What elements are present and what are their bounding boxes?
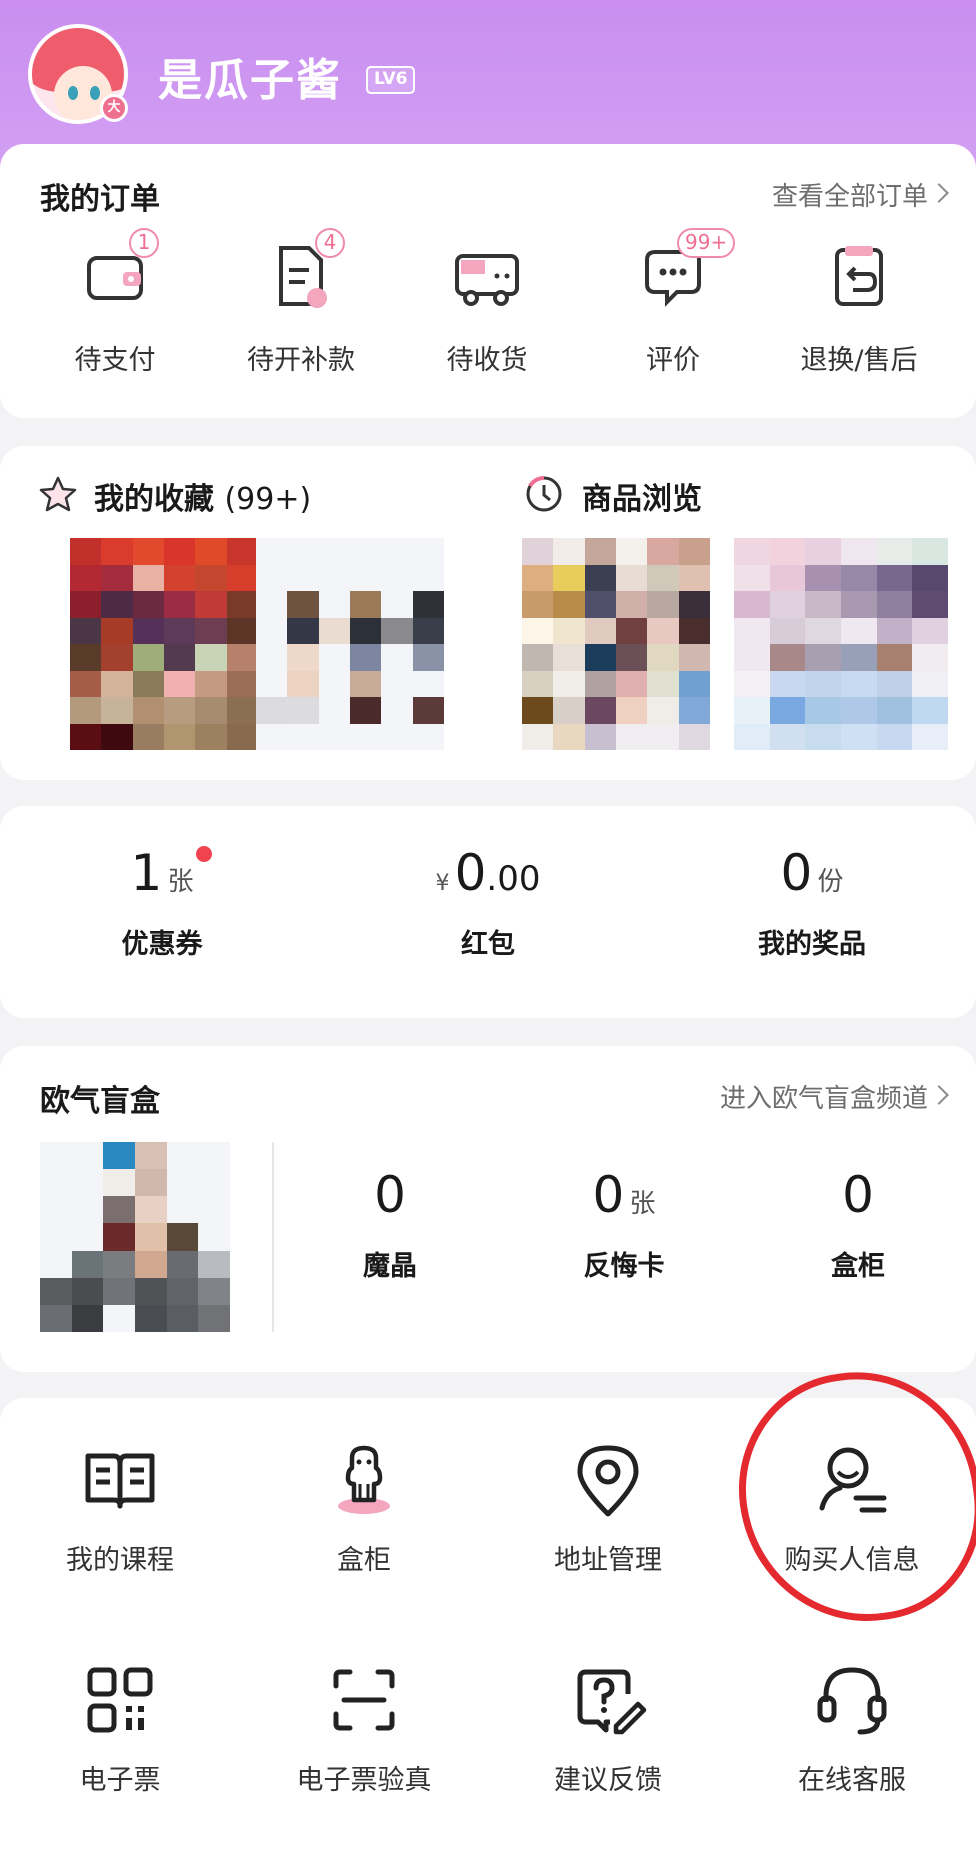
- redpacket-value: 0: [454, 844, 487, 902]
- feedback-icon: [568, 1660, 648, 1740]
- service-my-courses[interactable]: 我的课程: [0, 1440, 240, 1577]
- scan-icon: [324, 1660, 404, 1740]
- order-label: 评价: [646, 345, 700, 376]
- chevron-right-icon[interactable]: [929, 1085, 949, 1105]
- blindbox-channel-link[interactable]: 进入欧气盲盒频道: [720, 1078, 928, 1115]
- box-cabinet-value: 0: [842, 1166, 874, 1224]
- vip-badge: 大: [100, 94, 128, 122]
- location-pin-icon: [568, 1440, 648, 1520]
- service-e-ticket-verify[interactable]: 电子票验真: [244, 1660, 484, 1797]
- history-thumbnail[interactable]: [522, 538, 710, 750]
- order-after-sales[interactable]: 退换/售后: [774, 240, 944, 377]
- blindbox-thumbnail[interactable]: [40, 1142, 230, 1332]
- order-label: 待支付: [74, 345, 156, 376]
- chat-icon: 99+: [637, 228, 736, 312]
- coupons-stat[interactable]: 1 张 优惠券: [42, 844, 282, 961]
- regret-card-unit: 张: [629, 1189, 656, 1219]
- order-pending-supplement[interactable]: 4 待开补款: [216, 228, 386, 377]
- blindbox-title: 欧气盲盒: [40, 1084, 160, 1119]
- favorites-title: 我的收藏: [94, 482, 214, 517]
- truck-icon: [451, 240, 523, 312]
- pending-supplement-count: 4: [315, 228, 345, 258]
- order-pending-delivery[interactable]: 待收货: [402, 240, 572, 377]
- order-label: 待收货: [446, 345, 528, 376]
- favorite-thumbnail[interactable]: [70, 538, 258, 750]
- order-label: 退换/售后: [800, 345, 918, 376]
- service-address-management[interactable]: 地址管理: [488, 1440, 728, 1577]
- regret-card-value: 0: [592, 1166, 625, 1224]
- history-thumbnail[interactable]: [734, 538, 948, 750]
- chevron-right-icon[interactable]: [929, 183, 949, 203]
- clock-icon: [524, 474, 564, 514]
- username[interactable]: 是瓜子酱: [158, 44, 342, 108]
- service-buyer-info[interactable]: 购买人信息: [732, 1440, 972, 1577]
- headset-icon: [812, 1660, 892, 1740]
- service-label: 购买人信息: [784, 1545, 920, 1576]
- wallet-icon: 1: [79, 228, 159, 312]
- star-icon: [38, 474, 78, 514]
- service-label: 电子票: [79, 1765, 161, 1796]
- redpacket-decimal: .00: [486, 859, 541, 899]
- prizes-value: 0: [780, 844, 813, 902]
- service-label: 盒柜: [337, 1545, 391, 1576]
- service-label: 电子票验真: [296, 1765, 432, 1796]
- service-label: 在线客服: [798, 1765, 906, 1796]
- box-cabinet-label: 盒柜: [831, 1251, 885, 1282]
- regret-card-stat[interactable]: 0 张 反悔卡: [504, 1166, 744, 1283]
- prizes-unit: 份: [817, 867, 844, 897]
- review-count: 99+: [677, 228, 736, 258]
- regret-card-label: 反悔卡: [583, 1251, 665, 1282]
- figure-icon: [324, 1440, 404, 1520]
- order-pending-payment[interactable]: 1 待支付: [30, 228, 200, 377]
- coupons-value: 1: [130, 844, 163, 902]
- history-title[interactable]: 商品浏览: [582, 474, 702, 518]
- user-info-icon: [812, 1440, 892, 1520]
- box-cabinet-stat[interactable]: 0 盒柜: [738, 1166, 976, 1283]
- prizes-label: 我的奖品: [758, 929, 866, 960]
- redpacket-label: 红包: [461, 929, 515, 960]
- coupons-label: 优惠券: [121, 929, 203, 960]
- favorites-section[interactable]: 我的收藏 (99+): [94, 474, 311, 518]
- crystal-stat[interactable]: 0 魔晶: [270, 1166, 510, 1283]
- qr-code-icon: [80, 1660, 160, 1740]
- document-icon: 4: [265, 228, 345, 312]
- service-label: 建议反馈: [554, 1765, 662, 1796]
- service-feedback[interactable]: 建议反馈: [488, 1660, 728, 1797]
- order-review[interactable]: 99+ 评价: [588, 228, 758, 377]
- level-badge: LV6: [366, 66, 416, 94]
- book-icon: [80, 1440, 160, 1520]
- orders-title: 我的订单: [40, 182, 160, 217]
- order-label: 待开补款: [247, 345, 355, 376]
- service-box-cabinet[interactable]: 盒柜: [244, 1440, 484, 1577]
- service-online-support[interactable]: 在线客服: [732, 1660, 972, 1797]
- service-label: 我的课程: [66, 1545, 174, 1576]
- pending-payment-count: 1: [129, 228, 159, 258]
- prizes-stat[interactable]: 0 份 我的奖品: [692, 844, 932, 961]
- service-label: 地址管理: [554, 1545, 662, 1576]
- favorite-thumbnail[interactable]: [256, 538, 444, 750]
- crystal-label: 魔晶: [363, 1251, 417, 1282]
- view-all-orders-link[interactable]: 查看全部订单: [772, 176, 928, 213]
- coupons-unit: 张: [167, 867, 194, 897]
- crystal-value: 0: [374, 1166, 406, 1224]
- favorites-count: (99+): [224, 482, 312, 517]
- new-dot-indicator: [196, 846, 212, 862]
- redpacket-stat[interactable]: ¥ 0.00 红包: [368, 844, 608, 961]
- service-e-ticket[interactable]: 电子票: [0, 1660, 240, 1797]
- currency-symbol: ¥: [435, 871, 450, 896]
- return-icon: [823, 240, 895, 312]
